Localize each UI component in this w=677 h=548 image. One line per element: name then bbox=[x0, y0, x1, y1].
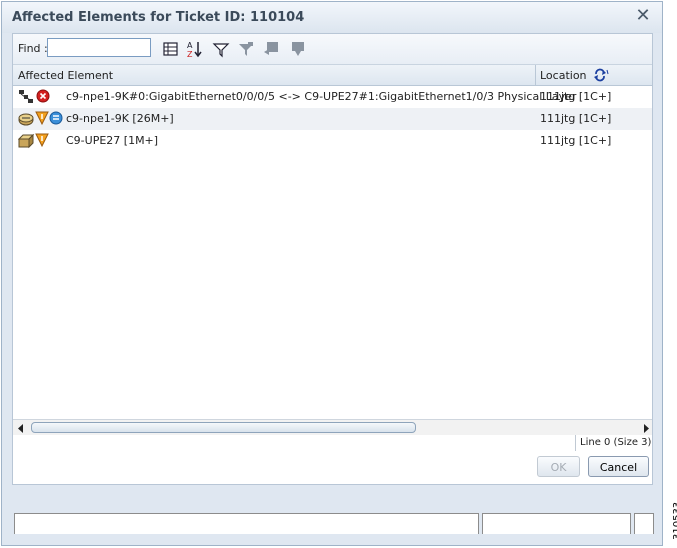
advanced-filter-icon[interactable] bbox=[237, 40, 255, 58]
table-row[interactable]: c9-npe1-9K [26M+] 111jtg [1C+] bbox=[13, 108, 652, 130]
router-icon bbox=[18, 111, 34, 130]
filter-icon[interactable] bbox=[212, 40, 230, 58]
column-header-location[interactable]: Location bbox=[540, 69, 587, 82]
toolbar: Find : AZ bbox=[13, 34, 652, 65]
table-row[interactable]: C9-UPE27 [1M+] 111jtg [1C+] bbox=[13, 130, 652, 152]
column-header-affected-element[interactable]: Affected Element bbox=[18, 69, 113, 82]
dialog-titlebar: Affected Elements for Ticket ID: 110104 … bbox=[2, 2, 662, 33]
svg-text:A: A bbox=[187, 41, 193, 50]
horizontal-scrollbar[interactable] bbox=[13, 419, 652, 436]
scrollbar-thumb[interactable] bbox=[31, 422, 416, 433]
cancel-button[interactable]: Cancel bbox=[588, 456, 649, 477]
row-element-name: C9-UPE27 [1M+] bbox=[66, 134, 159, 147]
print-icon[interactable] bbox=[289, 40, 307, 58]
status-field bbox=[14, 513, 479, 534]
find-label: Find : bbox=[18, 42, 48, 55]
ok-button[interactable]: OK bbox=[537, 456, 580, 477]
content-panel: Find : AZ Affected Element Location c9-n… bbox=[12, 33, 653, 485]
critical-alarm-icon bbox=[36, 89, 50, 106]
info-icon bbox=[49, 111, 63, 128]
row-location: 111jtg [1C+] bbox=[540, 90, 612, 103]
link-icon bbox=[18, 89, 34, 108]
row-location: 111jtg [1C+] bbox=[540, 134, 612, 147]
status-field bbox=[482, 513, 631, 534]
row-element-name: c9-npe1-9K#0:GigabitEthernet0/0/0/5 <-> … bbox=[66, 90, 577, 103]
warning-icon bbox=[35, 111, 49, 128]
status-divider bbox=[575, 435, 576, 451]
status-text: Line 0 (Size 3) bbox=[580, 437, 652, 448]
affected-elements-dialog: Affected Elements for Ticket ID: 110104 … bbox=[1, 1, 663, 546]
export-icon[interactable] bbox=[263, 40, 281, 58]
table-header: Affected Element Location bbox=[13, 65, 652, 86]
status-field bbox=[634, 513, 654, 534]
svg-text:Z: Z bbox=[187, 50, 193, 58]
column-chooser-icon[interactable] bbox=[162, 40, 180, 58]
find-input[interactable] bbox=[47, 38, 151, 57]
table-row[interactable]: c9-npe1-9K#0:GigabitEthernet0/0/0/5 <-> … bbox=[13, 86, 652, 108]
status-bar: Line 0 (Size 3) bbox=[13, 435, 652, 451]
warning-icon bbox=[35, 133, 49, 150]
sort-az-icon[interactable]: AZ bbox=[186, 40, 204, 59]
row-location: 111jtg [1C+] bbox=[540, 112, 612, 125]
row-element-name: c9-npe1-9K [26M+] bbox=[66, 112, 174, 125]
refresh-icon[interactable] bbox=[593, 68, 609, 85]
dialog-title: Affected Elements for Ticket ID: 110104 bbox=[12, 10, 305, 25]
figure-number: 310533 bbox=[672, 501, 677, 540]
column-divider[interactable] bbox=[535, 65, 536, 85]
close-icon[interactable]: ✕ bbox=[634, 7, 652, 25]
switch-icon bbox=[17, 133, 35, 152]
